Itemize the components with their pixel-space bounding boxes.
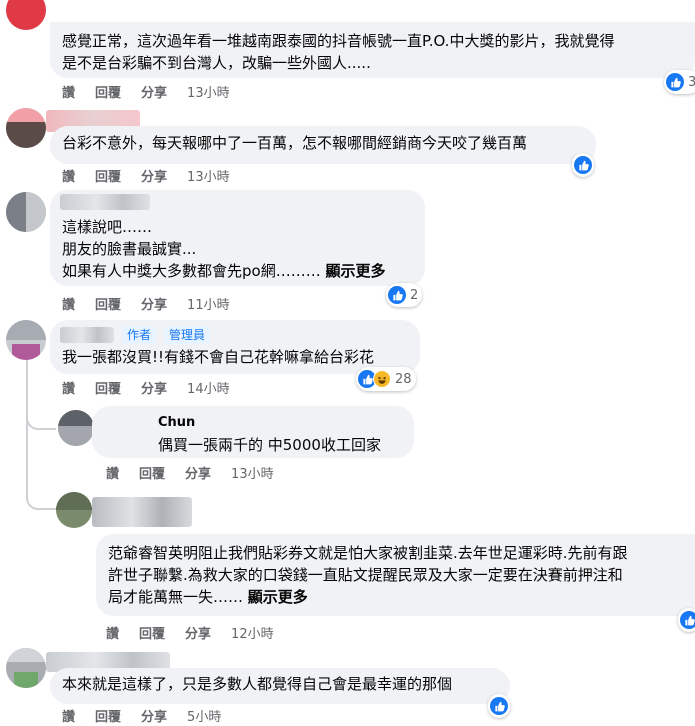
reaction-summary[interactable]: 28 xyxy=(356,367,416,391)
share-button[interactable]: 分享 xyxy=(185,463,211,482)
like-reaction-icon xyxy=(490,697,508,715)
like-button[interactable]: 讚 xyxy=(62,706,75,725)
comment-actions: 讚 回覆 分享 5小時 xyxy=(62,706,221,725)
timestamp[interactable]: 13小時 xyxy=(231,463,274,482)
reaction-summary[interactable] xyxy=(678,608,695,632)
comment-actions: 讚 回覆 分享 13小時 xyxy=(62,82,230,101)
timestamp[interactable]: 11小時 xyxy=(187,294,230,313)
reply-button[interactable]: 回覆 xyxy=(139,623,165,642)
reply-connector xyxy=(26,400,56,430)
timestamp[interactable]: 13小時 xyxy=(187,82,230,101)
timestamp[interactable]: 5小時 xyxy=(187,706,221,725)
reply-button[interactable]: 回覆 xyxy=(139,463,165,482)
admin-badge: 管理員 xyxy=(164,326,211,344)
reaction-count: 2 xyxy=(410,287,419,303)
reply-bubble: Chun 偶買一張兩千的 中5000收工回家 xyxy=(92,406,414,458)
reaction-count: 28 xyxy=(395,371,412,387)
comment-actions: 讚 回覆 分享 11小時 xyxy=(62,294,230,313)
like-reaction-icon xyxy=(680,611,695,629)
share-button[interactable]: 分享 xyxy=(141,82,167,101)
author-badge: 作者 xyxy=(122,326,157,344)
comment-text: 我一張都沒買!!有錢不會自己花幹嘛拿給台彩花 xyxy=(62,348,375,366)
comment-bubble: 本來就是這樣了，只是多數人都覺得自己會是最幸運的那個 xyxy=(50,668,510,704)
blurred-username xyxy=(60,194,150,210)
timestamp[interactable]: 12小時 xyxy=(231,623,274,642)
avatar[interactable] xyxy=(56,492,92,528)
reaction-summary[interactable] xyxy=(488,694,510,718)
avatar[interactable] xyxy=(6,320,46,360)
comment-bubble: 作者 管理員 我一張都沒買!!有錢不會自己花幹嘛拿給台彩花 xyxy=(50,320,420,374)
reply-button[interactable]: 回覆 xyxy=(95,82,121,101)
blurred-username xyxy=(92,497,192,527)
comment-actions: 讚 回覆 分享 14小時 xyxy=(62,378,230,397)
haha-reaction-icon xyxy=(373,370,391,388)
comment-text: 本來就是這樣了，只是多數人都覺得自己會是最幸運的那個 xyxy=(62,675,453,693)
avatar[interactable] xyxy=(6,108,46,148)
reply-connector xyxy=(26,490,56,510)
reply-text: 范爺睿智英明阻止我們貼彩券文就是怕大家被割韭菜.去年世足運彩時.先前有跟 許世子… xyxy=(108,544,628,606)
see-more-link[interactable]: 顯示更多 xyxy=(325,262,385,280)
reaction-summary[interactable]: 2 xyxy=(386,283,423,307)
reaction-summary[interactable] xyxy=(572,153,594,177)
like-button[interactable]: 讚 xyxy=(106,463,119,482)
share-button[interactable]: 分享 xyxy=(141,706,167,725)
like-button[interactable]: 讚 xyxy=(106,623,119,642)
reaction-summary[interactable]: 3 xyxy=(664,70,695,94)
comment-text: 感覺正常，這次過年看一堆越南跟泰國的抖音帳號一直P.O.中大獎的影片，我就覺得 … xyxy=(62,32,615,72)
reply-button[interactable]: 回覆 xyxy=(95,706,121,725)
see-more-link[interactable]: 顯示更多 xyxy=(248,588,308,606)
reply-actions: 讚 回覆 分享 12小時 xyxy=(106,623,274,642)
comment-bubble: 這樣說吧…… 朋友的臉書最誠實... 如果有人中獎大多數都會先po網……… 顯示… xyxy=(50,190,425,286)
comment-text: 這樣說吧…… 朋友的臉書最誠實... 如果有人中獎大多數都會先po網……… xyxy=(62,218,321,280)
avatar[interactable] xyxy=(58,410,94,446)
comment-text: 台彩不意外，每天報哪中了一百萬，怎不報哪間經銷商今天咬了幾百萬 xyxy=(62,134,528,152)
reply-author-name[interactable]: Chun xyxy=(158,412,402,434)
avatar[interactable] xyxy=(6,192,46,232)
reply-text: 偶買一張兩千的 中5000收工回家 xyxy=(158,436,381,454)
comment-bubble: 台彩不意外，每天報哪中了一百萬，怎不報哪間經銷商今天咬了幾百萬 xyxy=(50,126,596,164)
like-button[interactable]: 讚 xyxy=(62,166,75,185)
reply-button[interactable]: 回覆 xyxy=(95,294,121,313)
like-button[interactable]: 讚 xyxy=(62,294,75,313)
like-reaction-icon xyxy=(666,73,684,91)
like-reaction-icon xyxy=(574,156,592,174)
timestamp[interactable]: 14小時 xyxy=(187,378,230,397)
reply-button[interactable]: 回覆 xyxy=(95,378,121,397)
thread-line xyxy=(26,360,28,492)
like-button[interactable]: 讚 xyxy=(62,82,75,101)
avatar[interactable] xyxy=(6,648,46,688)
like-reaction-icon xyxy=(388,286,406,304)
reply-button[interactable]: 回覆 xyxy=(95,166,121,185)
reply-bubble: 范爺睿智英明阻止我們貼彩券文就是怕大家被割韭菜.去年世足運彩時.先前有跟 許世子… xyxy=(96,534,695,616)
blurred-username xyxy=(60,327,114,343)
reaction-count: 3 xyxy=(688,74,695,90)
like-button[interactable]: 讚 xyxy=(62,378,75,397)
share-button[interactable]: 分享 xyxy=(141,294,167,313)
reply-actions: 讚 回覆 分享 13小時 xyxy=(106,463,274,482)
avatar[interactable] xyxy=(6,0,46,30)
share-button[interactable]: 分享 xyxy=(141,166,167,185)
comment-bubble: 感覺正常，這次過年看一堆越南跟泰國的抖音帳號一直P.O.中大獎的影片，我就覺得 … xyxy=(50,22,695,78)
timestamp[interactable]: 13小時 xyxy=(187,166,230,185)
share-button[interactable]: 分享 xyxy=(141,378,167,397)
comment-actions: 讚 回覆 分享 13小時 xyxy=(62,166,230,185)
share-button[interactable]: 分享 xyxy=(185,623,211,642)
